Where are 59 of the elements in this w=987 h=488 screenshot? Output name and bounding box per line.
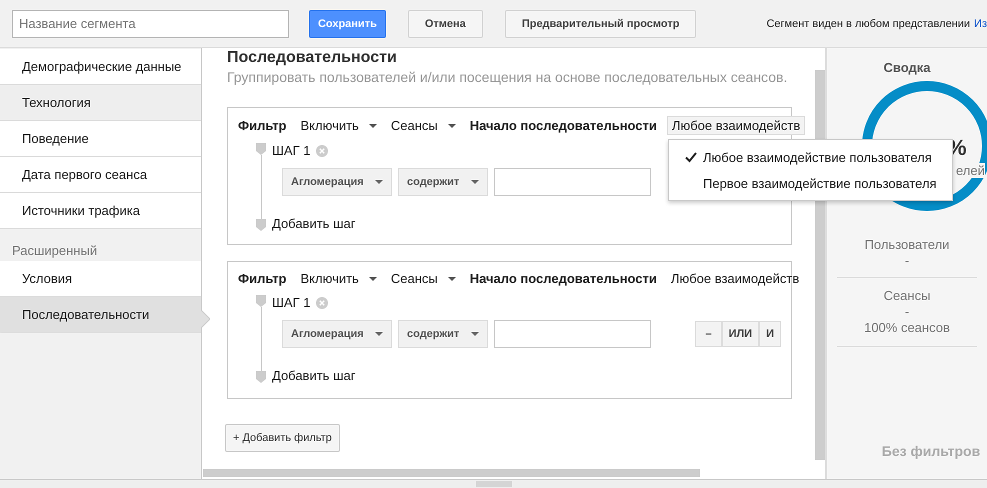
menu-item[interactable]: Любое взаимодействие пользователя (669, 144, 952, 170)
value-field[interactable] (494, 320, 651, 348)
caret-icon (448, 276, 456, 280)
scope-dropdown[interactable]: Сеансы (390, 271, 456, 286)
add-step-link[interactable]: Добавить шаг (272, 368, 791, 383)
value-field[interactable] (494, 168, 651, 196)
include-dropdown[interactable]: Включить (300, 118, 377, 133)
add-step-link[interactable]: Добавить шаг (272, 216, 791, 231)
logic-button[interactable]: ИЛИ (722, 321, 760, 347)
visibility-text: Сегмент виден в любом представлении (766, 18, 970, 30)
menu-item[interactable]: Первое взаимодействие пользователя (669, 170, 952, 196)
caret-icon (448, 124, 456, 128)
filter-label: Фильтр (238, 118, 287, 133)
add-filter-button[interactable]: + Добавить фильтр (225, 424, 340, 452)
filter-label: Фильтр (238, 271, 287, 286)
include-dropdown[interactable]: Включить (300, 271, 377, 286)
donut-caption: елей (956, 163, 985, 178)
sidebar-item[interactable]: Демографические данные (0, 49, 201, 85)
step-label: ШАГ 1 (272, 295, 310, 310)
filter-status: Без фильтров (882, 443, 980, 459)
remove-icon[interactable] (316, 144, 328, 156)
toolbar-button[interactable]: Отмена (408, 10, 483, 38)
metric-label: Пользователи (864, 237, 950, 253)
metric-value: - (904, 304, 910, 320)
operator-dropdown[interactable]: содержит (398, 168, 488, 196)
operator-dropdown[interactable]: содержит (398, 320, 488, 348)
scope-dropdown[interactable]: Сеансы (390, 118, 456, 133)
sequence-start-dropdown[interactable]: Любое взаимодейств (666, 270, 804, 287)
caret-icon (375, 180, 383, 184)
section-header: Расширенный (11, 242, 98, 260)
horizontal-scrollbar[interactable] (203, 469, 700, 477)
caret-icon (471, 332, 479, 336)
caret-icon (368, 276, 377, 280)
caret-icon (375, 332, 383, 336)
step-label: ШАГ 1 (272, 143, 310, 158)
metric-value: - (904, 253, 910, 269)
section-description: Группировать пользователей и/или посещения на основе последовательных сеансов. (227, 69, 788, 85)
caret-icon (471, 180, 479, 184)
logic-button[interactable]: И (759, 321, 781, 347)
sequence-start-dropdown[interactable]: Любое взаимодейств (666, 116, 806, 135)
sequence-start-label: Начало последовательности (470, 271, 657, 286)
sidebar-item[interactable]: Дата первого сеанса (0, 157, 201, 193)
remove-icon[interactable] (316, 296, 328, 308)
section-title: Последовательности (227, 48, 398, 68)
resize-handle-icon[interactable] (476, 481, 512, 487)
toolbar-button[interactable]: Предварительный просмотр (504, 10, 696, 38)
metric-label: Сеансы (882, 288, 932, 304)
sidebar-item[interactable]: Условия (0, 261, 201, 297)
sequence-start-label: Начало последовательности (470, 118, 657, 133)
metric-share: 100% сеансов (863, 320, 951, 336)
segment-name-field[interactable]: Название сегмента (12, 10, 289, 38)
sidebar-item[interactable]: Поведение (0, 121, 201, 157)
dimension-dropdown[interactable]: Агломерация (282, 320, 392, 348)
logic-button[interactable]: – (695, 321, 722, 347)
sidebar-item[interactable]: Источники трафика (0, 193, 201, 229)
caret-icon (368, 124, 377, 128)
dimension-dropdown[interactable]: Агломерация (282, 168, 392, 196)
change-link[interactable]: Из (974, 18, 987, 30)
summary-title: Сводка (884, 60, 930, 75)
